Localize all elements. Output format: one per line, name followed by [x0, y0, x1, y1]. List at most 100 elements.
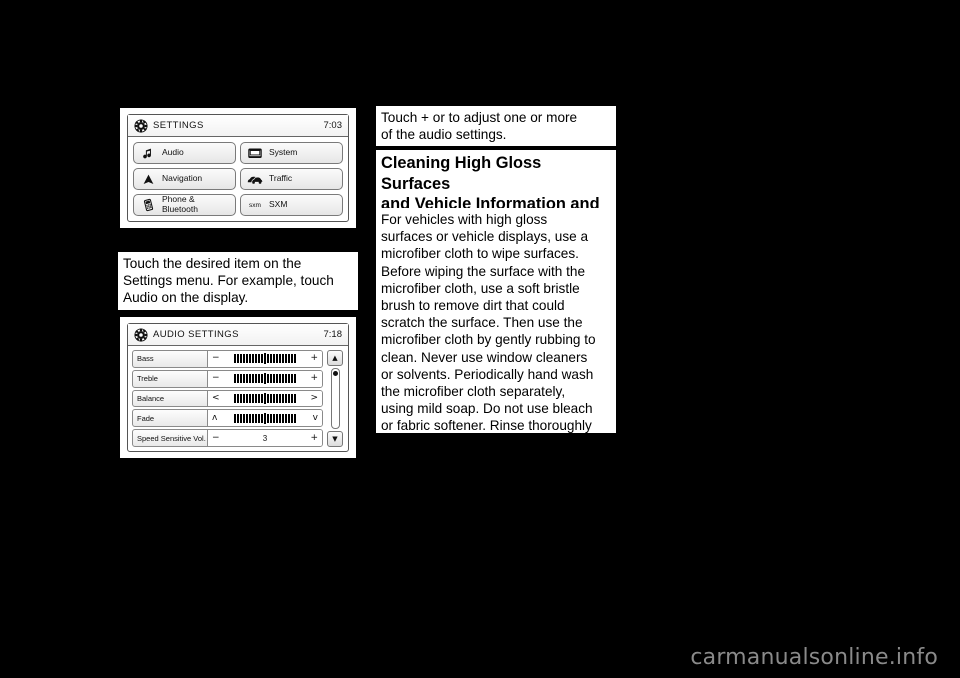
- bargraph-tick: [261, 354, 263, 364]
- bargraph-tick: [285, 413, 287, 423]
- bargraph-tick: [255, 354, 257, 364]
- bargraph-tick: [273, 374, 275, 384]
- scroll-down-button[interactable]: ▼: [327, 431, 343, 447]
- navigation-arrow-icon: [140, 171, 156, 187]
- bargraph-tick: [291, 354, 293, 364]
- paragraph-touch-adjust-audio: Touch + or to adjust one or more of the …: [376, 106, 616, 146]
- bargraph-tick: [264, 353, 266, 365]
- bargraph-tick: [234, 393, 236, 403]
- bargraph-tick: [261, 393, 263, 403]
- menu-button-sxm[interactable]: sxm SXM: [240, 194, 343, 216]
- audio-settings-body: Bass − + Treble − + Balance < > Fade ʌ v…: [128, 346, 348, 451]
- row-control[interactable]: − 3 +: [207, 430, 322, 446]
- bass-bargraph[interactable]: [223, 353, 308, 365]
- bargraph-tick: [234, 354, 236, 364]
- bargraph-tick: [294, 374, 296, 384]
- bargraph-tick: [294, 354, 296, 364]
- bargraph-tick: [234, 374, 236, 384]
- audio-row-bass[interactable]: Bass − +: [132, 350, 323, 368]
- decrease-icon[interactable]: −: [212, 433, 220, 443]
- bargraph-tick: [282, 393, 284, 403]
- bargraph-tick: [246, 393, 248, 403]
- menu-button-phone-bluetooth[interactable]: Phone & Bluetooth: [133, 194, 236, 216]
- row-control[interactable]: < >: [207, 390, 322, 407]
- menu-label: SXM: [269, 199, 288, 210]
- bargraph-tick: [243, 374, 245, 384]
- bargraph-tick: [279, 393, 281, 403]
- decrease-icon[interactable]: −: [212, 354, 220, 363]
- bargraph-tick: [264, 392, 266, 404]
- row-control[interactable]: ʌ v: [207, 410, 322, 427]
- bargraph-tick: [237, 354, 239, 364]
- increase-icon[interactable]: +: [310, 354, 318, 363]
- paragraph-text: Touch the desired item on the Settings m…: [123, 256, 334, 306]
- bargraph-tick: [276, 374, 278, 384]
- watermark: carmanualsonline.info: [690, 645, 938, 670]
- bargraph-tick: [252, 393, 254, 403]
- bargraph-tick: [276, 393, 278, 403]
- menu-button-audio[interactable]: Audio: [133, 142, 236, 164]
- row-control[interactable]: − +: [207, 370, 322, 387]
- bargraph-tick: [267, 354, 269, 364]
- balance-right-icon[interactable]: >: [310, 393, 318, 403]
- audio-row-balance[interactable]: Balance < >: [132, 389, 323, 408]
- bargraph-tick: [258, 393, 260, 403]
- increase-icon[interactable]: +: [310, 374, 318, 383]
- menu-button-traffic[interactable]: Traffic: [240, 168, 343, 190]
- bargraph-tick: [258, 354, 260, 364]
- scrollbar-thumb[interactable]: [332, 371, 338, 376]
- bargraph-tick: [255, 374, 257, 384]
- scrollbar[interactable]: ▲ ▼: [326, 350, 344, 447]
- balance-left-icon[interactable]: <: [212, 393, 220, 403]
- menu-label: Phone & Bluetooth: [162, 194, 198, 214]
- bargraph-tick: [240, 374, 242, 384]
- decrease-icon[interactable]: −: [212, 374, 220, 383]
- audio-row-treble[interactable]: Treble − +: [132, 369, 323, 388]
- traffic-cars-icon: [247, 171, 263, 187]
- row-label: Speed Sensitive Vol.: [137, 433, 206, 443]
- row-label: Balance: [137, 393, 165, 403]
- bargraph-tick: [285, 374, 287, 384]
- menu-button-navigation[interactable]: Navigation: [133, 168, 236, 190]
- menu-label: Audio: [162, 147, 184, 158]
- bargraph-tick: [240, 354, 242, 364]
- menu-button-system[interactable]: System: [240, 142, 343, 164]
- bargraph-tick: [237, 413, 239, 423]
- settings-menu-grid: Audio System Navigation Traffic Phone & …: [128, 137, 348, 221]
- bargraph-tick: [255, 393, 257, 403]
- bargraph-tick: [294, 413, 296, 423]
- bargraph-tick: [267, 413, 269, 423]
- bargraph-tick: [270, 354, 272, 364]
- increase-icon[interactable]: +: [310, 433, 318, 443]
- paragraph-text: For vehicles with high gloss surfaces or…: [381, 212, 596, 451]
- bargraph-tick: [279, 354, 281, 364]
- menu-label: Navigation: [162, 173, 203, 184]
- bargraph-tick: [261, 374, 263, 384]
- audio-row-fade[interactable]: Fade ʌ v: [132, 409, 323, 428]
- bargraph-tick: [291, 413, 293, 423]
- bargraph-tick: [264, 412, 266, 424]
- display-screen-icon: [247, 145, 263, 161]
- audio-row-speed-sensitive-volume[interactable]: Speed Sensitive Vol. − 3 +: [132, 429, 323, 447]
- speed-sensitive-volume-value: 3: [262, 433, 268, 443]
- bargraph-tick: [267, 374, 269, 384]
- scroll-up-button[interactable]: ▲: [327, 350, 343, 366]
- screen-title: AUDIO SETTINGS: [153, 329, 239, 340]
- bargraph-tick: [261, 413, 263, 423]
- bargraph-tick: [249, 374, 251, 384]
- bargraph-tick: [270, 413, 272, 423]
- bargraph-tick: [285, 393, 287, 403]
- bargraph-tick: [255, 413, 257, 423]
- scrollbar-track[interactable]: [330, 368, 340, 429]
- row-control[interactable]: − +: [207, 351, 322, 367]
- balance-bargraph[interactable]: [223, 392, 308, 404]
- fade-bargraph[interactable]: [220, 412, 309, 424]
- fade-front-icon[interactable]: ʌ: [212, 413, 217, 423]
- bargraph-tick: [294, 393, 296, 403]
- fade-rear-icon[interactable]: v: [313, 413, 318, 423]
- bargraph-tick: [249, 413, 251, 423]
- bargraph-tick: [288, 354, 290, 364]
- bargraph-tick: [246, 413, 248, 423]
- bargraph-tick: [282, 413, 284, 423]
- treble-bargraph[interactable]: [223, 373, 308, 385]
